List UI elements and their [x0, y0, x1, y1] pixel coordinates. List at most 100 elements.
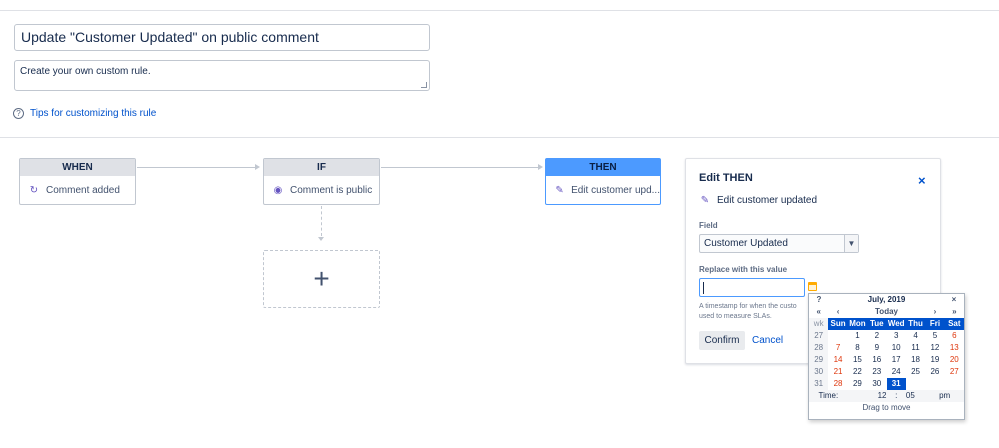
branch-connector — [321, 206, 322, 236]
if-node-label: Comment is public — [290, 184, 373, 196]
field-select-value: Customer Updated — [704, 238, 788, 249]
field-label: Field — [699, 221, 718, 230]
calendar-day[interactable]: 14 — [828, 354, 847, 366]
if-node-body: ◉ Comment is public — [264, 176, 379, 204]
if-node-header: IF — [264, 159, 379, 176]
then-node-header: THEN — [546, 159, 660, 176]
calendar-close-icon[interactable]: × — [944, 294, 964, 306]
field-select[interactable]: Customer Updated ▼ — [699, 234, 859, 253]
resize-handle[interactable] — [421, 82, 427, 88]
then-node[interactable]: THEN ✎ Edit customer upd... — [545, 158, 661, 205]
calendar-day[interactable]: 26 — [925, 366, 944, 378]
calendar-day[interactable]: 4 — [906, 330, 925, 342]
close-icon[interactable]: × — [918, 173, 926, 188]
date-picker-popup[interactable]: ? July, 2019 × « ‹ Today › » wk Sun Mon … — [808, 293, 965, 420]
tips-link[interactable]: ? Tips for customizing this rule — [13, 108, 156, 119]
add-component-button[interactable]: + — [263, 250, 380, 308]
prev-year-button[interactable]: « — [809, 306, 828, 318]
time-colon: : — [886, 390, 906, 402]
week-number: 31 — [809, 378, 829, 390]
section-divider — [0, 137, 999, 138]
then-node-label: Edit customer upd... — [571, 184, 660, 196]
calendar-day[interactable]: 23 — [867, 366, 886, 378]
top-divider — [0, 10, 999, 11]
calendar-day[interactable]: 20 — [945, 354, 964, 366]
refresh-icon: ↻ — [29, 184, 39, 196]
calendar-day[interactable]: 7 — [828, 342, 847, 354]
calendar-day[interactable]: 5 — [925, 330, 944, 342]
calendar-day[interactable]: 6 — [945, 330, 964, 342]
hour-input[interactable]: 12 — [847, 390, 887, 402]
calendar-day[interactable]: 30 — [867, 378, 886, 390]
weekday-header[interactable]: Sat — [944, 318, 964, 330]
calendar-day[interactable]: 16 — [867, 354, 886, 366]
text-cursor — [703, 282, 704, 294]
connector-arrow-icon — [255, 164, 260, 170]
when-node[interactable]: WHEN ↻ Comment added — [19, 158, 136, 205]
pencil-icon: ✎ — [700, 195, 710, 206]
calendar-day[interactable]: 28 — [828, 378, 847, 390]
calendar-day[interactable]: 21 — [828, 366, 847, 378]
down-arrow-icon — [318, 237, 324, 241]
next-month-button[interactable]: › — [925, 306, 944, 318]
calendar-day[interactable]: 29 — [848, 378, 867, 390]
calendar-day[interactable]: 24 — [887, 366, 906, 378]
calendar-week-row: 31 28 29 30 31 — [809, 378, 964, 390]
calendar-day[interactable]: 9 — [867, 342, 886, 354]
today-button[interactable]: Today — [848, 306, 926, 318]
calendar-day[interactable]: 8 — [848, 342, 867, 354]
calendar-day[interactable]: 3 — [887, 330, 906, 342]
rule-name-input[interactable]: Update "Customer Updated" on public comm… — [14, 24, 430, 51]
calendar-day[interactable]: 18 — [906, 354, 925, 366]
calendar-day[interactable]: 22 — [848, 366, 867, 378]
calendar-day[interactable]: 15 — [848, 354, 867, 366]
calendar-day[interactable]: 27 — [945, 366, 964, 378]
tips-link-label: Tips for customizing this rule — [30, 108, 157, 119]
connector-if-then — [381, 167, 538, 168]
calendar-day[interactable] — [925, 378, 944, 390]
help-circle-icon: ? — [13, 108, 24, 119]
when-node-body: ↻ Comment added — [20, 176, 135, 204]
week-number-header: wk — [809, 318, 829, 330]
calendar-day[interactable]: 13 — [945, 342, 964, 354]
weekday-header[interactable]: Wed — [886, 318, 906, 330]
drag-to-move-footer[interactable]: Drag to move — [809, 402, 964, 414]
then-node-body: ✎ Edit customer upd... — [546, 176, 660, 204]
panel-title: Edit THEN — [699, 172, 753, 184]
cancel-link[interactable]: Cancel — [752, 335, 783, 346]
ampm-toggle[interactable]: pm — [925, 390, 964, 402]
calendar-icon[interactable] — [808, 282, 817, 291]
weekday-header[interactable]: Tue — [867, 318, 887, 330]
calendar-day[interactable]: 10 — [887, 342, 906, 354]
rule-description-textarea[interactable]: Create your own custom rule. — [14, 60, 430, 91]
prev-month-button[interactable]: ‹ — [828, 306, 847, 318]
calendar-day[interactable] — [945, 378, 964, 390]
weekday-header[interactable]: Fri — [925, 318, 945, 330]
calendar-day[interactable]: 25 — [906, 366, 925, 378]
calendar-help-button[interactable]: ? — [809, 294, 829, 306]
calendar-day[interactable]: 17 — [887, 354, 906, 366]
weekday-header-row: wk Sun Mon Tue Wed Thu Fri Sat — [809, 318, 964, 330]
week-number: 28 — [809, 342, 829, 354]
if-node[interactable]: IF ◉ Comment is public — [263, 158, 380, 205]
calendar-day[interactable]: 1 — [848, 330, 867, 342]
time-label: Time: — [809, 390, 848, 402]
calendar-day[interactable]: 12 — [925, 342, 944, 354]
next-year-button[interactable]: » — [945, 306, 964, 318]
calendar-week-row: 29 14 15 16 17 18 19 20 — [809, 354, 964, 366]
calendar-day[interactable]: 2 — [867, 330, 886, 342]
calendar-month-year[interactable]: July, 2019 — [829, 294, 944, 306]
calendar-day[interactable] — [906, 378, 925, 390]
minute-input[interactable]: 05 — [905, 390, 926, 402]
weekday-header[interactable]: Mon — [847, 318, 868, 330]
week-number: 30 — [809, 366, 829, 378]
plus-icon: + — [313, 263, 330, 294]
weekday-header[interactable]: Thu — [905, 318, 926, 330]
confirm-button[interactable]: Confirm — [699, 331, 745, 350]
weekday-header[interactable]: Sun — [828, 318, 848, 330]
replace-value-input[interactable] — [699, 278, 805, 297]
calendar-day[interactable] — [828, 330, 847, 342]
calendar-day[interactable]: 19 — [925, 354, 944, 366]
calendar-day[interactable]: 11 — [906, 342, 925, 354]
calendar-day-selected[interactable]: 31 — [886, 378, 906, 390]
